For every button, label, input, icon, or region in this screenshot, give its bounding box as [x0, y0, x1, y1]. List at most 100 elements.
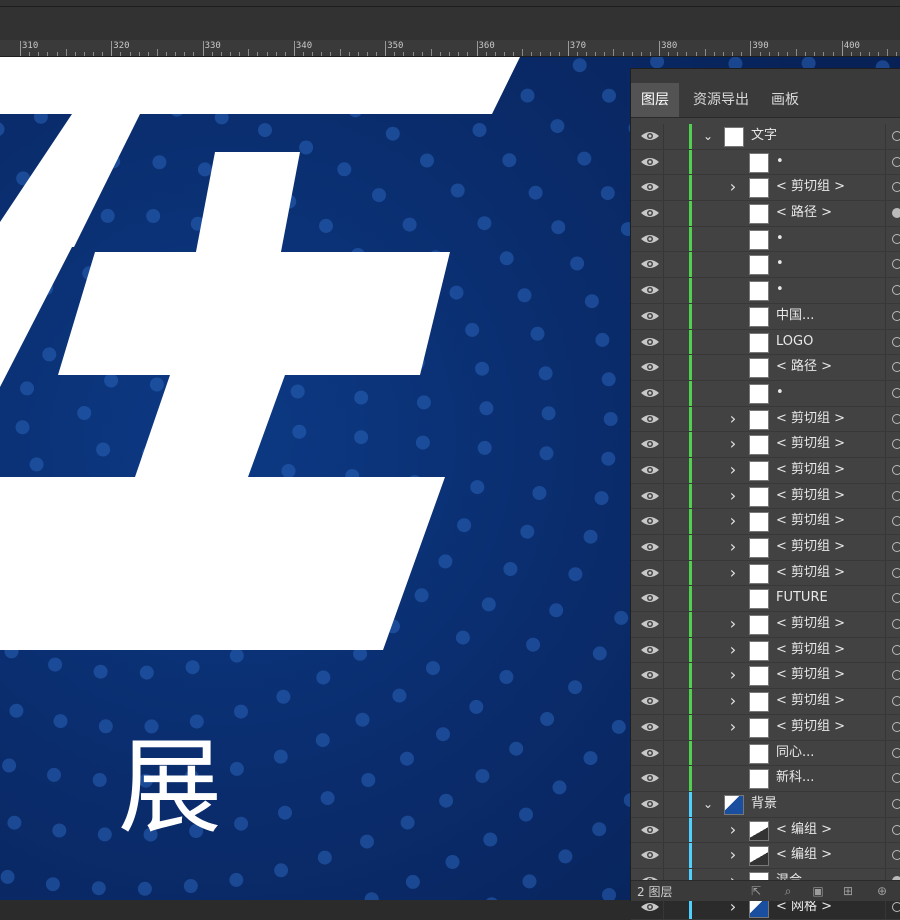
layer-name[interactable]: < 剪切组 >: [776, 689, 845, 713]
visibility-eye-icon[interactable]: [639, 770, 661, 786]
chevron-right-icon[interactable]: ›: [726, 719, 740, 735]
lock-column[interactable]: [663, 741, 664, 766]
lock-column[interactable]: [663, 818, 664, 843]
chevron-right-icon[interactable]: ›: [726, 411, 740, 427]
layer-row[interactable]: › < 剪切组 >: [631, 715, 900, 741]
visibility-eye-icon[interactable]: [639, 385, 661, 401]
layer-row[interactable]: › < 剪切组 >: [631, 509, 900, 535]
export-icon[interactable]: ⇱: [749, 884, 763, 898]
target-circle-icon[interactable]: [892, 902, 900, 912]
lock-column[interactable]: [663, 509, 664, 534]
lock-column[interactable]: [663, 715, 664, 740]
lock-column[interactable]: [663, 663, 664, 688]
lock-column[interactable]: [663, 330, 664, 355]
lock-column[interactable]: [663, 150, 664, 175]
target-circle-icon[interactable]: [892, 516, 900, 526]
layer-row[interactable]: ›< 编组 >: [631, 843, 900, 869]
layer-row[interactable]: › < 剪切组 >: [631, 663, 900, 689]
layer-row[interactable]: ›< 编组 >: [631, 818, 900, 844]
lock-column[interactable]: [663, 407, 664, 432]
layer-name[interactable]: 文字: [751, 124, 777, 148]
visibility-eye-icon[interactable]: [639, 847, 661, 863]
target-circle-icon[interactable]: [892, 337, 900, 347]
layer-name[interactable]: < 路径 >: [776, 201, 832, 225]
target-circle-icon[interactable]: [892, 285, 900, 295]
visibility-eye-icon[interactable]: [639, 822, 661, 838]
layer-row[interactable]: •: [631, 381, 900, 407]
layer-row[interactable]: 同心...: [631, 741, 900, 767]
visibility-eye-icon[interactable]: [639, 436, 661, 452]
visibility-eye-icon[interactable]: [639, 616, 661, 632]
layer-row[interactable]: LOGO: [631, 330, 900, 356]
layer-row[interactable]: ›< 剪切组 >: [631, 535, 900, 561]
tab-artboards[interactable]: 画板: [761, 83, 809, 117]
visibility-eye-icon[interactable]: [639, 282, 661, 298]
target-circle-icon[interactable]: [892, 388, 900, 398]
visibility-eye-icon[interactable]: [639, 899, 661, 915]
layer-name[interactable]: < 剪切组 >: [776, 432, 845, 456]
lock-column[interactable]: [663, 227, 664, 252]
layer-name[interactable]: 新科...: [776, 766, 814, 790]
lock-column[interactable]: [663, 484, 664, 509]
visibility-eye-icon[interactable]: [639, 231, 661, 247]
target-circle-icon[interactable]: [892, 645, 900, 655]
target-circle-icon[interactable]: [892, 234, 900, 244]
layer-row[interactable]: ⌄ 文字: [631, 124, 900, 150]
lock-column[interactable]: [663, 124, 664, 149]
chevron-right-icon[interactable]: ›: [726, 667, 740, 683]
search-icon[interactable]: ⌕: [781, 884, 795, 898]
layer-name[interactable]: 背景: [751, 792, 777, 816]
lock-column[interactable]: [663, 766, 664, 791]
visibility-eye-icon[interactable]: [639, 179, 661, 195]
visibility-eye-icon[interactable]: [639, 539, 661, 555]
horizontal-ruler[interactable]: 310320330340350360370380390400: [0, 40, 900, 57]
chevron-right-icon[interactable]: ›: [726, 513, 740, 529]
layer-row[interactable]: ⌄背景: [631, 792, 900, 818]
target-circle-icon[interactable]: [892, 773, 900, 783]
visibility-eye-icon[interactable]: [639, 128, 661, 144]
chevron-right-icon[interactable]: ›: [726, 642, 740, 658]
layer-name[interactable]: •: [776, 381, 784, 405]
layer-name[interactable]: 中国...: [776, 304, 814, 328]
layer-name[interactable]: < 剪切组 >: [776, 638, 845, 662]
chevron-right-icon[interactable]: ›: [726, 179, 740, 195]
chevron-right-icon[interactable]: ›: [726, 565, 740, 581]
layer-name[interactable]: < 剪切组 >: [776, 715, 845, 739]
visibility-eye-icon[interactable]: [639, 256, 661, 272]
target-circle-icon[interactable]: [892, 362, 900, 372]
lock-column[interactable]: [663, 355, 664, 380]
visibility-eye-icon[interactable]: [639, 719, 661, 735]
layer-name[interactable]: < 剪切组 >: [776, 175, 845, 199]
layer-name[interactable]: < 剪切组 >: [776, 663, 845, 687]
layer-name[interactable]: < 剪切组 >: [776, 561, 845, 585]
layer-name[interactable]: < 剪切组 >: [776, 612, 845, 636]
layer-name[interactable]: < 剪切组 >: [776, 407, 845, 431]
lock-column[interactable]: [663, 689, 664, 714]
visibility-eye-icon[interactable]: [639, 488, 661, 504]
chevron-down-icon[interactable]: ⌄: [701, 128, 715, 144]
layer-row[interactable]: ›< 剪切组 >: [631, 484, 900, 510]
layer-name[interactable]: FUTURE: [776, 586, 828, 610]
lock-column[interactable]: [663, 278, 664, 303]
layer-name[interactable]: < 剪切组 >: [776, 509, 845, 533]
layer-row[interactable]: ›< 剪切组 >: [631, 432, 900, 458]
visibility-eye-icon[interactable]: [639, 205, 661, 221]
layer-row[interactable]: › < 剪切组 >: [631, 175, 900, 201]
visibility-eye-icon[interactable]: [639, 359, 661, 375]
lock-column[interactable]: [663, 304, 664, 329]
layer-row[interactable]: ›< 剪切组 >: [631, 612, 900, 638]
visibility-eye-icon[interactable]: [639, 308, 661, 324]
lock-column[interactable]: [663, 458, 664, 483]
target-circle-icon[interactable]: [892, 414, 900, 424]
chevron-right-icon[interactable]: ›: [726, 488, 740, 504]
chevron-right-icon[interactable]: ›: [726, 847, 740, 863]
chevron-right-icon[interactable]: ›: [726, 822, 740, 838]
target-circle-icon[interactable]: [892, 670, 900, 680]
target-circle-icon[interactable]: [892, 850, 900, 860]
layer-row[interactable]: •: [631, 278, 900, 304]
new-sublayer-icon[interactable]: ⊞: [841, 884, 855, 898]
chevron-right-icon[interactable]: ›: [726, 899, 740, 915]
visibility-eye-icon[interactable]: [639, 411, 661, 427]
visibility-eye-icon[interactable]: [639, 462, 661, 478]
layer-row[interactable]: < 路径 >: [631, 201, 900, 227]
